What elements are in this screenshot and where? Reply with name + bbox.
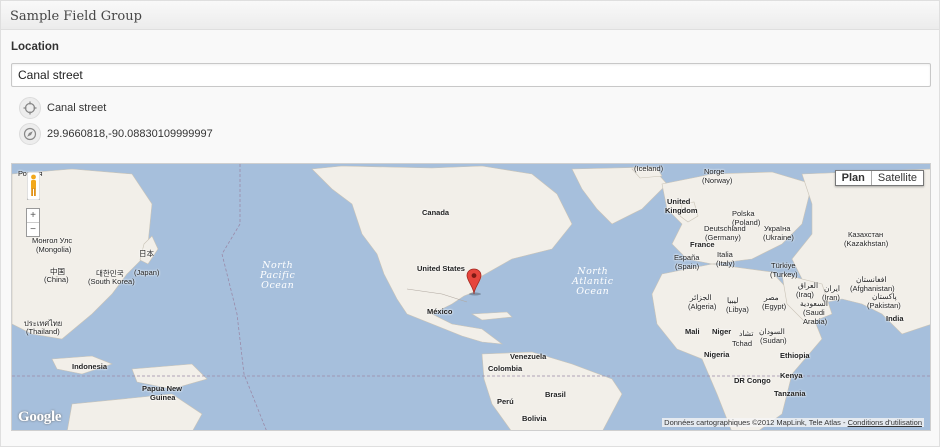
field-group-panel: Sample Field Group Location Canal street… [0,0,940,447]
country-label-saudi-2: Arabia) [803,317,828,326]
coordinates-row: 29.9660818,-90.08830109999997 [19,123,213,145]
country-label-kenya: Kenya [780,371,803,380]
coordinates-text: 29.9660818,-90.08830109999997 [47,128,213,140]
country-label-iraq: (Iraq) [796,290,814,299]
country-label-algeria-native: الجزائر [690,293,712,302]
country-label-iran-native: ایران [824,284,840,293]
country-label-uk-1: United [667,197,691,206]
country-label-poland-native: Polska [732,209,755,218]
crosshair-icon[interactable] [19,97,41,119]
country-label-germany-native: Deutschland [704,224,746,233]
terms-link[interactable]: Conditions d'utilisation [848,418,922,427]
address-text: Canal street [47,102,107,114]
country-label-libya-native: ليبيا [727,296,739,305]
country-label-ukraine: (Ukraine) [763,233,794,242]
map-type-control: Plan Satellite [834,170,924,186]
country-label-tanzania: Tanzania [774,389,806,398]
attribution-text: Données cartographiques ©2012 MapLink, T… [664,418,846,427]
country-label-niger: Niger [712,327,732,336]
country-label-chad: Tchad [732,339,753,348]
country-label-libya: (Libya) [726,305,749,314]
pegman-icon[interactable] [27,172,40,200]
country-label-pakistan-native: پاکستان [872,292,897,301]
country-label-pakistan: (Pakistan) [867,301,901,310]
zoom-out-button[interactable]: − [27,223,39,236]
country-label-peru: Perú [497,397,514,406]
panel-header[interactable]: Sample Field Group [1,1,939,30]
google-logo[interactable]: Google [18,409,62,426]
country-label-egypt-native: مصر [764,293,779,302]
country-label-norway: (Norway) [702,176,733,185]
ocean-label-north-atlantic: North Atlantic Ocean [572,266,614,297]
country-label-algeria: (Algeria) [688,302,717,311]
panel-title: Sample Field Group [10,9,142,24]
country-label-mali: Mali [685,327,700,336]
zoom-control: + − [26,208,40,237]
country-label-turkey: (Turkey) [770,270,798,279]
country-label-bolivia: Bolivia [522,414,547,423]
country-label-korea: (South Korea) [88,277,135,286]
country-label-egypt: (Egypt) [762,302,787,311]
country-label-indonesia: Indonesia [72,362,108,371]
country-label-venezuela: Venezuela [510,352,547,361]
country-label-italy-native: Italia [717,250,733,259]
country-label-colombia: Colombia [488,364,523,373]
country-label-thailand: (Thailand) [26,327,60,336]
country-label-japan: (Japan) [134,268,160,277]
country-label-chad-native: تشاد [739,329,754,338]
country-label-mongolia-native: Монгол Улс [32,236,73,245]
country-label-spain: (Spain) [675,262,700,271]
country-label-iceland: (Iceland) [634,164,664,173]
map-attribution: Données cartographiques ©2012 MapLink, T… [662,418,924,427]
country-label-iraq-native: العراق [798,281,819,290]
country-label-brasil: Brasil [545,390,566,399]
country-label-afghanistan-native: افغانستان [856,275,887,284]
map-type-plan-button[interactable]: Plan [836,171,872,185]
country-label-italy: (Italy) [716,259,735,268]
country-label-ethiopia: Ethiopia [780,351,810,360]
country-label-japan-native: 日本 [139,249,154,258]
country-label-uk-2: Kingdom [665,206,698,215]
country-label-sudan: (Sudan) [760,336,787,345]
map-type-satellite-button[interactable]: Satellite [872,171,923,185]
country-label-canada: Canada [422,208,450,217]
country-label-kazakhstan-native: Казахстан [848,230,884,239]
location-label: Location [11,41,59,53]
country-label-drc: DR Congo [734,376,771,385]
country-label-spain-native: España [674,253,700,262]
country-label-turkey-native: Türkiye [771,261,796,270]
google-map[interactable]: North Pacific Ocean North Atlantic Ocean… [11,163,931,431]
zoom-in-button[interactable]: + [27,209,39,223]
country-label-mongolia: (Mongolia) [36,245,72,254]
country-label-png-1: Papua New [142,384,183,393]
country-label-sudan-native: السودان [759,327,785,336]
address-row: Canal street [19,97,106,119]
country-label-nigeria: Nigeria [704,350,730,359]
location-marker-icon[interactable] [466,268,482,296]
country-label-mexico: México [427,307,453,316]
country-label-saudi-native: السعودية [800,299,829,308]
ocean-label-north-pacific: North Pacific Ocean [260,260,296,291]
country-label-india: India [886,314,904,323]
country-label-united-states: United States [417,264,465,273]
country-label-china: (China) [44,275,69,284]
country-label-saudi-1: (Saudi [803,308,825,317]
country-label-france: France [690,240,715,249]
compass-icon[interactable] [19,123,41,145]
country-label-kazakhstan: (Kazakhstan) [844,239,889,248]
country-label-png-2: Guinea [150,393,176,402]
country-label-ukraine-native: Україна [764,224,791,233]
country-label-norway-native: Norge [704,167,725,176]
location-search-input[interactable] [11,63,931,87]
